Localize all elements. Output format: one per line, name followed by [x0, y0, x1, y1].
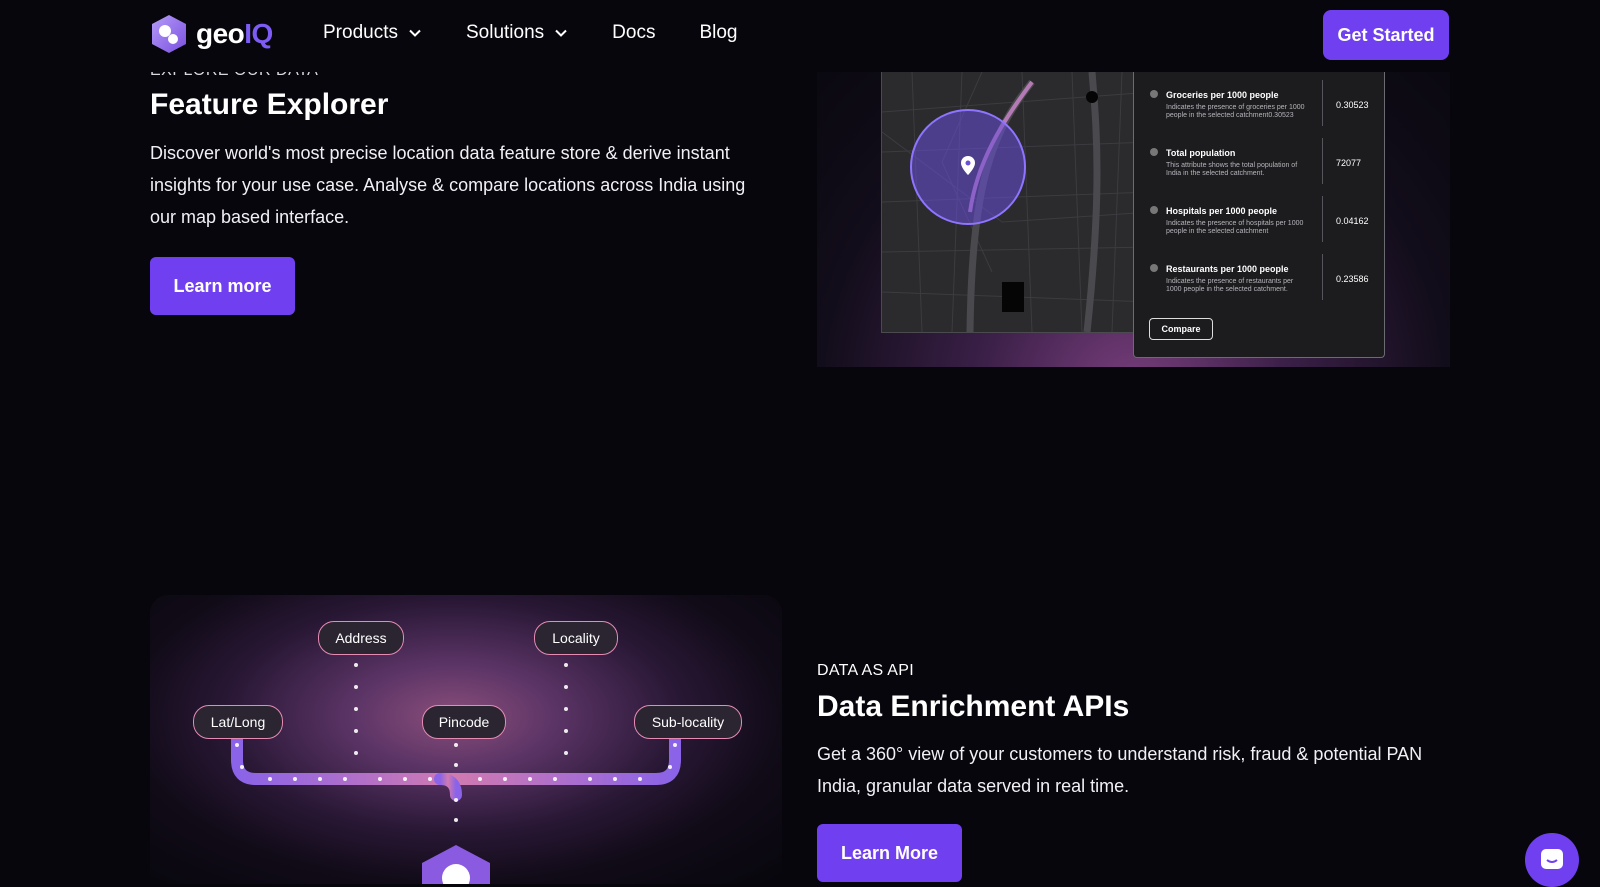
data-api-eyebrow: DATA AS API: [817, 662, 914, 679]
nav-item-docs[interactable]: Docs: [612, 22, 655, 44]
nav-menu: Products Solutions Docs Blog: [323, 22, 781, 44]
info-icon: [1150, 264, 1158, 272]
chevron-down-icon: [555, 29, 567, 37]
logo-wordmark: geoIQ: [196, 18, 273, 49]
feature-explorer-description: Discover world's most precise location d…: [150, 143, 746, 227]
compare-button[interactable]: Compare: [1149, 318, 1213, 340]
metric-groceries: Groceries per 1000 people Indicates the …: [1150, 80, 1380, 142]
metric-total-population: Total population This attribute shows th…: [1150, 138, 1380, 200]
data-api-title: Data Enrichment APIs: [817, 690, 1130, 723]
pipeline-graphic: [231, 643, 681, 884]
data-api-illustration: Address Locality Lat/Long Pincode Sub-lo…: [150, 595, 782, 884]
logo-mark-icon: [152, 15, 186, 53]
chat-icon: [1541, 849, 1563, 869]
pill-address: Address: [318, 621, 404, 655]
pill-latlong: Lat/Long: [193, 705, 283, 739]
feature-explorer-learn-more-button[interactable]: Learn more: [150, 257, 295, 315]
feature-explorer-illustration: Groceries per 1000 people Indicates the …: [817, 72, 1450, 367]
get-started-button[interactable]: Get Started: [1323, 10, 1449, 60]
pill-sublocality: Sub-locality: [634, 705, 742, 739]
data-api-description: Get a 360° view of your customers to und…: [817, 744, 1423, 796]
pill-pincode: Pincode: [422, 705, 506, 739]
map-view: [881, 72, 1153, 333]
info-icon: [1150, 148, 1158, 156]
chat-launcher-button[interactable]: [1525, 833, 1579, 887]
info-icon: [1150, 206, 1158, 214]
info-icon: [1150, 90, 1158, 98]
geoiq-logo[interactable]: geoIQ: [150, 14, 273, 54]
feature-explorer-title: Feature Explorer: [150, 88, 389, 121]
data-api-learn-more-button[interactable]: Learn More: [817, 824, 962, 882]
nav-item-blog[interactable]: Blog: [699, 22, 737, 44]
map-streets: [881, 72, 1153, 333]
nav-item-products[interactable]: Products: [323, 22, 422, 44]
metric-restaurants: Restaurants per 1000 people Indicates th…: [1150, 254, 1380, 316]
metrics-panel: Groceries per 1000 people Indicates the …: [1133, 72, 1385, 358]
chevron-down-icon: [409, 29, 421, 37]
metric-hospitals: Hospitals per 1000 people Indicates the …: [1150, 196, 1380, 258]
top-navigation: geoIQ Products Solutions Docs Blog Get S…: [0, 0, 1600, 72]
nav-item-solutions[interactable]: Solutions: [466, 22, 568, 44]
pill-locality: Locality: [534, 621, 618, 655]
